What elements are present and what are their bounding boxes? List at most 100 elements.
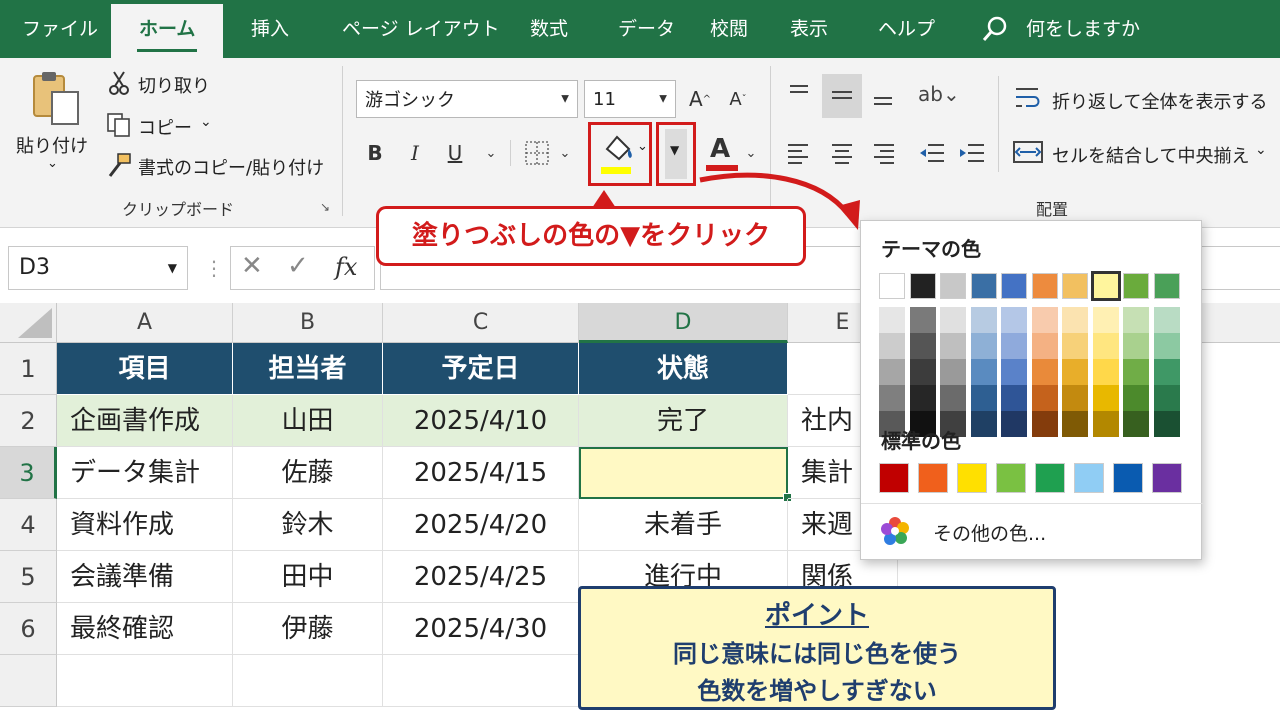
row-header-5[interactable]: 5 [0,551,57,603]
merge-dropdown-icon[interactable]: ⌄ [1255,142,1267,158]
theme-shade-swatch[interactable] [1062,411,1088,437]
theme-shade-swatch[interactable] [879,385,905,411]
enter-icon[interactable]: ✓ [287,251,309,281]
standard-color-swatch[interactable] [918,463,948,493]
theme-shade-swatch[interactable] [1153,359,1180,385]
table-cell[interactable]: 鈴木 [233,499,383,551]
theme-shade-swatch[interactable] [940,359,966,385]
standard-color-swatch[interactable] [1152,463,1182,493]
theme-shade-swatch[interactable] [879,307,905,333]
column-header-b[interactable]: B [233,303,383,343]
bold-button[interactable]: B [362,136,388,170]
theme-shade-swatch[interactable] [1123,411,1149,437]
underline-button[interactable]: U [442,136,468,170]
font-color-button[interactable]: A [706,134,740,174]
merge-center-button[interactable]: セルを結合して中央揃え [1052,142,1249,168]
theme-shade-swatch[interactable] [1031,333,1058,359]
theme-shade-swatch[interactable] [909,333,936,359]
fill-color-dropdown-button[interactable]: ▼ [656,122,696,186]
tab-page-layout[interactable]: ページ レイアウト [342,0,500,58]
theme-shade-swatch[interactable] [1031,411,1058,437]
theme-color-swatch[interactable] [1153,273,1180,299]
table-cell[interactable]: 企画書作成 [57,395,233,447]
tab-insert[interactable]: 挿入 [251,0,289,58]
wrap-text-button[interactable]: 折り返して全体を表示する [1052,88,1267,114]
borders-icon[interactable] [524,140,550,166]
italic-button[interactable]: I [402,136,428,170]
table-cell[interactable]: 最終確認 [57,603,233,655]
decrease-indent-icon[interactable] [918,140,946,166]
theme-shade-swatch[interactable] [909,385,936,411]
grow-font-button[interactable]: A ^ [686,82,714,116]
theme-shade-swatch[interactable] [1062,385,1088,411]
theme-shade-swatch[interactable] [970,333,997,359]
theme-shade-swatch[interactable] [1123,307,1149,333]
theme-shade-swatch[interactable] [909,359,936,385]
theme-shade-swatch[interactable] [940,333,966,359]
shrink-font-button[interactable]: Aˇ [724,82,752,116]
underline-dropdown-icon[interactable]: ⌄ [482,136,500,170]
selected-cell-d3[interactable] [579,447,788,499]
column-header-a[interactable]: A [57,303,233,343]
borders-dropdown-icon[interactable]: ⌄ [556,136,574,170]
table-header-cell[interactable]: 予定日 [383,343,579,395]
tab-data[interactable]: データ [618,0,675,58]
theme-shade-swatch[interactable] [1031,307,1058,333]
paste-dropdown-icon[interactable]: ⌄ [47,156,58,171]
theme-color-swatch[interactable] [1090,271,1121,301]
row-header-1[interactable]: 1 [0,343,57,395]
table-cell[interactable]: 未着手 [579,499,788,551]
theme-shade-swatch[interactable] [1062,307,1088,333]
font-name-combo[interactable]: 游ゴシック ▼ [356,80,578,118]
theme-shade-swatch[interactable] [1153,333,1180,359]
align-center-icon[interactable] [830,140,854,166]
theme-shade-swatch[interactable] [1001,411,1027,437]
table-cell[interactable]: 会議準備 [57,551,233,603]
table-cell[interactable]: 佐藤 [233,447,383,499]
empty-cell[interactable] [383,655,579,707]
paste-button[interactable]: 貼り付け [16,132,88,158]
name-box[interactable]: D3 ▼ [8,246,188,290]
tab-review[interactable]: 校閲 [710,0,748,58]
standard-color-swatch[interactable] [879,463,909,493]
align-top-icon[interactable] [788,82,810,108]
copy-button[interactable]: コピー [138,114,192,140]
theme-color-swatch[interactable] [909,273,936,299]
theme-color-swatch[interactable] [1001,273,1027,299]
table-cell[interactable]: 田中 [233,551,383,603]
table-header-cell[interactable]: 担当者 [233,343,383,395]
align-left-icon[interactable] [786,140,810,166]
row-header-3[interactable]: 3 [0,447,57,499]
row-header-2[interactable]: 2 [0,395,57,447]
format-painter-button[interactable]: 書式のコピー/貼り付け [138,154,324,180]
table-cell[interactable]: 2025/4/15 [383,447,579,499]
copy-dropdown-icon[interactable]: ⌄ [200,114,212,130]
table-cell[interactable]: データ集計 [57,447,233,499]
table-cell[interactable]: 山田 [233,395,383,447]
cut-button[interactable]: 切り取り [138,72,210,98]
standard-color-swatch[interactable] [1074,463,1104,493]
theme-color-swatch[interactable] [970,273,997,299]
theme-shade-swatch[interactable] [970,307,997,333]
table-cell[interactable]: 伊藤 [233,603,383,655]
theme-shade-swatch[interactable] [970,385,997,411]
orientation-icon[interactable]: ab⌄ [918,82,960,108]
theme-shade-swatch[interactable] [1031,385,1058,411]
tab-formulas[interactable]: 数式 [530,0,568,58]
standard-color-swatch[interactable] [996,463,1026,493]
standard-color-swatch[interactable] [957,463,987,493]
table-cell[interactable]: 2025/4/30 [383,603,579,655]
font-color-dropdown-icon[interactable]: ⌄ [742,136,760,170]
theme-color-swatch[interactable] [1031,273,1058,299]
theme-shade-swatch[interactable] [940,385,966,411]
empty-cell[interactable] [233,655,383,707]
insert-function-icon[interactable]: fx [335,253,357,281]
row-header-7[interactable] [0,655,57,707]
theme-color-swatch[interactable] [1062,273,1088,299]
theme-shade-swatch[interactable] [1153,307,1180,333]
table-cell[interactable]: 2025/4/20 [383,499,579,551]
table-cell[interactable]: 資料作成 [57,499,233,551]
tab-view[interactable]: 表示 [790,0,828,58]
standard-color-swatch[interactable] [1113,463,1143,493]
table-cell[interactable]: 2025/4/25 [383,551,579,603]
